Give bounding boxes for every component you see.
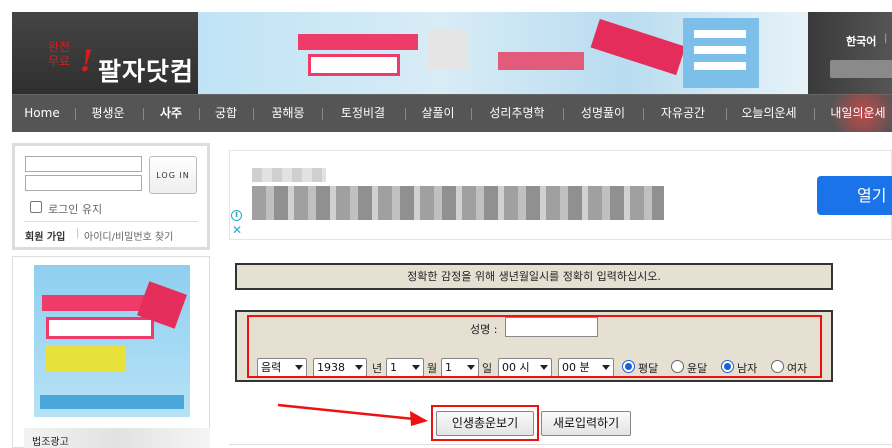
banner-shape-3 [428, 30, 468, 70]
find-account-link[interactable]: 아이디/비밀번호 찾기 [84, 228, 173, 243]
password-input[interactable] [25, 175, 142, 191]
site-logo[interactable]: 완전 무료 ! 팔자닷컴 [12, 12, 198, 94]
nav-item-dream[interactable]: 꿈해몽 [260, 94, 316, 132]
nav-item-home[interactable]: Home [18, 94, 66, 132]
nav-separator [563, 108, 564, 120]
nav-item-free-space[interactable]: 자유공간 [650, 94, 716, 132]
nav-item-lifetime[interactable]: 평생운 [82, 94, 134, 132]
top-banner-ad[interactable] [198, 12, 808, 94]
nav-item-tomorrow-fortune[interactable]: 내일의운세 [822, 94, 892, 132]
banner-shape-8 [694, 46, 746, 54]
banner-shape-2 [308, 54, 400, 76]
nav-separator [143, 108, 144, 120]
ad-blurred-headline [252, 186, 664, 220]
nav-separator [814, 108, 815, 120]
login-divider [24, 221, 198, 222]
ad-close-icon[interactable]: ✕ [232, 223, 242, 237]
header-right-area [808, 12, 892, 94]
side-ad-shape-5 [40, 395, 184, 409]
logo-tagline: 완전 무료 [42, 40, 76, 68]
form-highlight-box [247, 315, 822, 378]
reset-button[interactable]: 새로입력하기 [541, 411, 631, 436]
side-ad-shape-2 [46, 317, 154, 339]
ad-blurred-subtitle [252, 168, 326, 182]
nav-separator [643, 108, 644, 120]
sidebar-ad-caption: 법조광고 [32, 437, 69, 448]
language-separator: | [884, 33, 888, 44]
logo-text: 팔자닷컴 [98, 57, 195, 86]
top-band [0, 0, 892, 12]
keep-login-label: 로그인 유지 [48, 203, 103, 216]
nav-separator [405, 108, 406, 120]
banner-shape-5 [590, 18, 686, 76]
user-id-input[interactable] [25, 156, 142, 172]
side-ad-shape-3 [46, 345, 126, 371]
keep-login-checkbox[interactable] [30, 201, 42, 213]
nav-separator [726, 108, 727, 120]
nav-separator [253, 108, 254, 120]
ad-info-icon[interactable]: i [231, 210, 242, 221]
input-notice: 정확한 감정을 위해 생년월일시를 정확히 입력하십시오. [235, 263, 833, 290]
banner-shape-1 [298, 34, 418, 50]
nav-item-name-reading[interactable]: 성명풀이 [570, 94, 636, 132]
ad-open-button[interactable]: 열기 [817, 176, 892, 215]
login-button[interactable]: LOG IN [149, 156, 197, 194]
logo-tagline-line2: 무료 [47, 54, 71, 68]
banner-shape-4 [498, 52, 584, 70]
nav-item-salpuri[interactable]: 살풀이 [412, 94, 464, 132]
header-search-input[interactable] [830, 60, 892, 78]
login-link-separator: | [76, 228, 80, 239]
banner-shape-7 [694, 30, 746, 38]
nav-item-tojeong[interactable]: 토정비결 [330, 94, 396, 132]
language-selector[interactable]: 한국어 [846, 33, 876, 49]
content-divider [229, 444, 892, 445]
nav-item-seongri[interactable]: 성리추명학 [478, 94, 556, 132]
sidebar-ad-image[interactable] [34, 265, 190, 417]
annotation-arrow-icon [277, 403, 428, 426]
nav-separator [471, 108, 472, 120]
logo-tagline-line1: 완전 [47, 40, 71, 54]
nav-item-compatibility[interactable]: 궁합 [205, 94, 247, 132]
view-fortune-button[interactable]: 인생총운보기 [436, 411, 534, 436]
nav-item-today-fortune[interactable]: 오늘의운세 [734, 94, 804, 132]
banner-shape-9 [694, 62, 746, 70]
nav-separator [199, 108, 200, 120]
logo-exclamation: ! [80, 44, 94, 79]
nav-item-saju[interactable]: 사주 [150, 94, 192, 132]
join-link[interactable]: 회원 가입 [25, 228, 65, 243]
nav-separator [322, 108, 323, 120]
nav-separator [75, 108, 76, 120]
